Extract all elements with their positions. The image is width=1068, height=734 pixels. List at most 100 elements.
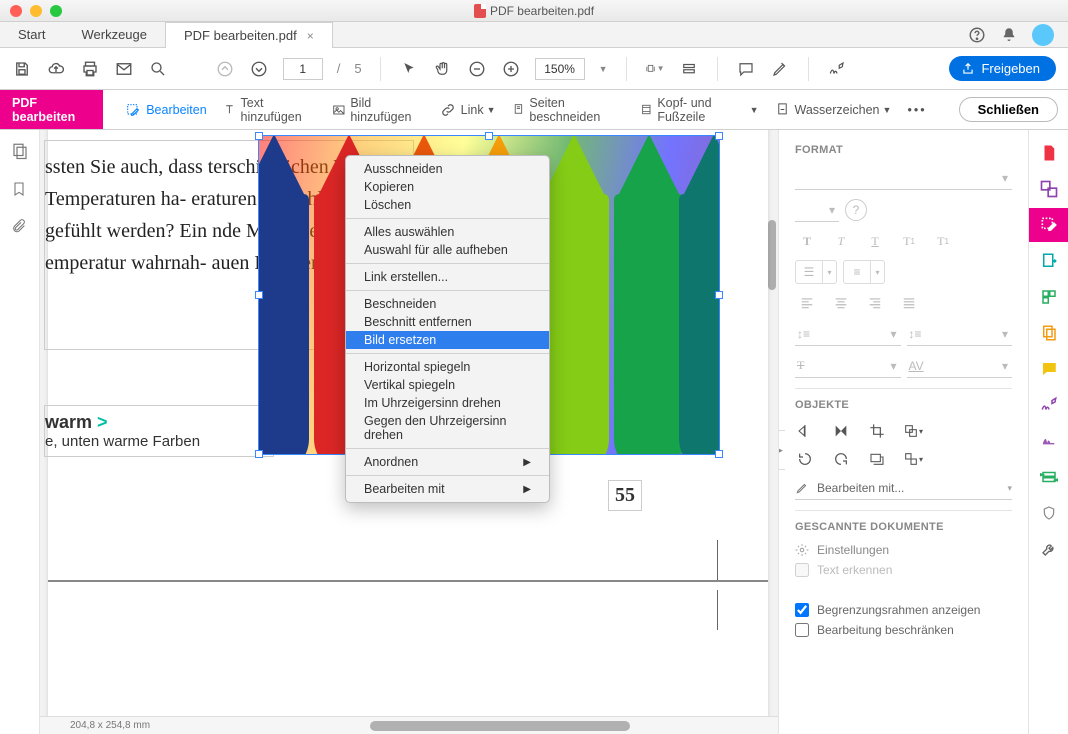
align-center-icon[interactable] [829,292,853,314]
context-menu-item[interactable]: Horizontal spiegeln [346,358,549,376]
tab-tools[interactable]: Werkzeuge [63,22,165,47]
signature-icon[interactable] [1038,430,1060,452]
flip-vertical-icon[interactable] [831,421,851,441]
zoom-input[interactable] [535,58,585,80]
bullet-list-button[interactable]: ☰▾ [795,260,837,284]
char-spacing-combo[interactable]: AV▾ [907,354,1013,378]
rotate-ccw-icon[interactable] [795,449,815,469]
context-menu-item[interactable]: Auswahl für alle aufheben [346,241,549,259]
show-bounds-checkbox[interactable]: Begrenzungsrahmen anzeigen [795,603,1012,617]
more-tools-icon[interactable] [1038,538,1060,560]
comment-icon[interactable] [736,59,756,79]
context-menu-item[interactable]: Vertikal spiegeln [346,376,549,394]
save-icon[interactable] [12,59,32,79]
context-menu-item[interactable]: Anordnen▶ [346,453,549,471]
crop-icon[interactable] [867,421,887,441]
resize-handle[interactable] [715,291,723,299]
flip-horizontal-icon[interactable] [795,421,815,441]
export-pdf-icon[interactable] [1038,250,1060,272]
font-size-combo[interactable]: ▾ [795,198,839,222]
help-icon[interactable] [968,26,986,44]
context-menu-item[interactable]: Beschnitt entfernen [346,313,549,331]
rotate-cw-icon[interactable] [831,449,851,469]
context-menu-item[interactable]: Alles auswählen [346,223,549,241]
numbered-list-button[interactable]: ≡▾ [843,260,885,284]
vertical-scrollbar[interactable] [768,220,776,290]
email-icon[interactable] [114,59,134,79]
zoom-in-icon[interactable] [501,59,521,79]
horizontal-scale-combo[interactable]: T▾ [795,354,901,378]
ocr-settings-link[interactable]: Einstellungen [795,543,1012,557]
protect-icon[interactable] [1038,502,1060,524]
resize-handle[interactable] [255,450,263,458]
context-menu-item[interactable]: Kopieren [346,178,549,196]
align-right-icon[interactable] [863,292,887,314]
align-left-icon[interactable] [795,292,819,314]
tool-link[interactable]: Link▼ [440,102,496,118]
color-picker-icon[interactable]: ? [845,199,867,221]
combine-icon[interactable] [1038,178,1060,200]
zoom-out-icon[interactable] [467,59,487,79]
bookmarks-icon[interactable] [11,180,29,198]
context-menu-item[interactable]: Löschen [346,196,549,214]
subscript-icon[interactable]: T1 [931,230,955,252]
replace-image-icon[interactable] [867,449,887,469]
document-viewport[interactable]: ssten Sie auch, dass terschiedlichen Wel… [40,130,778,734]
highlight-icon[interactable] [770,59,790,79]
context-menu-item[interactable]: Im Uhrzeigersinn drehen [346,394,549,412]
tool-more[interactable]: ••• [907,103,926,117]
close-window-button[interactable] [10,5,22,17]
search-icon[interactable] [148,59,168,79]
line-spacing-combo[interactable]: ↕≡▾ [795,322,901,346]
tool-watermark[interactable]: Wasserzeichen▼ [775,102,892,117]
tab-document[interactable]: PDF bearbeiten.pdf × [165,22,333,48]
edit-pdf-tool-icon[interactable] [1029,208,1068,242]
minimize-window-button[interactable] [30,5,42,17]
superscript-icon[interactable]: T1 [897,230,921,252]
sign-icon[interactable] [827,59,847,79]
page-number-text[interactable]: 55 [608,480,642,511]
horizontal-scrollbar[interactable] [370,721,772,733]
close-tab-button[interactable]: × [307,29,314,43]
zoom-window-button[interactable] [50,5,62,17]
resize-handle[interactable] [715,132,723,140]
notifications-icon[interactable] [1000,26,1018,44]
bold-icon[interactable]: T [795,230,819,252]
attachments-icon[interactable] [11,218,29,236]
fill-sign-icon[interactable] [1038,394,1060,416]
create-pdf-icon[interactable] [1038,142,1060,164]
fit-width-icon[interactable]: ▼ [645,59,665,79]
cloud-icon[interactable] [46,59,66,79]
close-tool-button[interactable]: Schließen [959,97,1058,122]
tool-crop-pages[interactable]: Seiten beschneiden [512,96,624,124]
organize-icon[interactable] [1038,286,1060,308]
comment-tool-icon[interactable] [1038,358,1060,380]
align-justify-icon[interactable] [897,292,921,314]
page-up-icon[interactable] [215,59,235,79]
context-menu-item[interactable]: Bearbeiten mit▶ [346,480,549,498]
context-menu-item[interactable]: Link erstellen... [346,268,549,286]
context-menu-item[interactable]: Ausschneiden [346,160,549,178]
para-spacing-combo[interactable]: ↕≡▾ [907,322,1013,346]
resize-handle[interactable] [715,450,723,458]
send-icon[interactable] [1038,466,1060,488]
hand-tool-icon[interactable] [433,59,453,79]
page-down-icon[interactable] [249,59,269,79]
resize-handle[interactable] [255,132,263,140]
zoom-dropdown-icon[interactable]: ▼ [599,64,608,74]
tool-add-image[interactable]: Bild hinzufügen [332,96,424,124]
text-block-2[interactable]: warm > e, unten warme Farben [44,405,274,457]
user-avatar[interactable] [1032,24,1054,46]
thumbnails-icon[interactable] [11,142,29,160]
context-menu-item[interactable]: Gegen den Uhrzeigersinn drehen [346,412,549,444]
resize-handle[interactable] [485,132,493,140]
edit-with-dropdown[interactable]: Bearbeiten mit... ▾ [795,477,1012,500]
restrict-edit-checkbox[interactable]: Bearbeitung beschränken [795,623,1012,637]
copy-icon[interactable] [1038,322,1060,344]
resize-handle[interactable] [255,291,263,299]
tool-add-text[interactable]: Text hinzufügen [223,96,316,124]
tool-header-footer[interactable]: Kopf- und Fußzeile▼ [640,96,759,124]
arrange-icon[interactable]: ▾ [903,421,923,441]
ocr-checkbox[interactable]: Text erkennen [795,563,1012,577]
tool-edit[interactable]: Bearbeiten [125,102,206,118]
